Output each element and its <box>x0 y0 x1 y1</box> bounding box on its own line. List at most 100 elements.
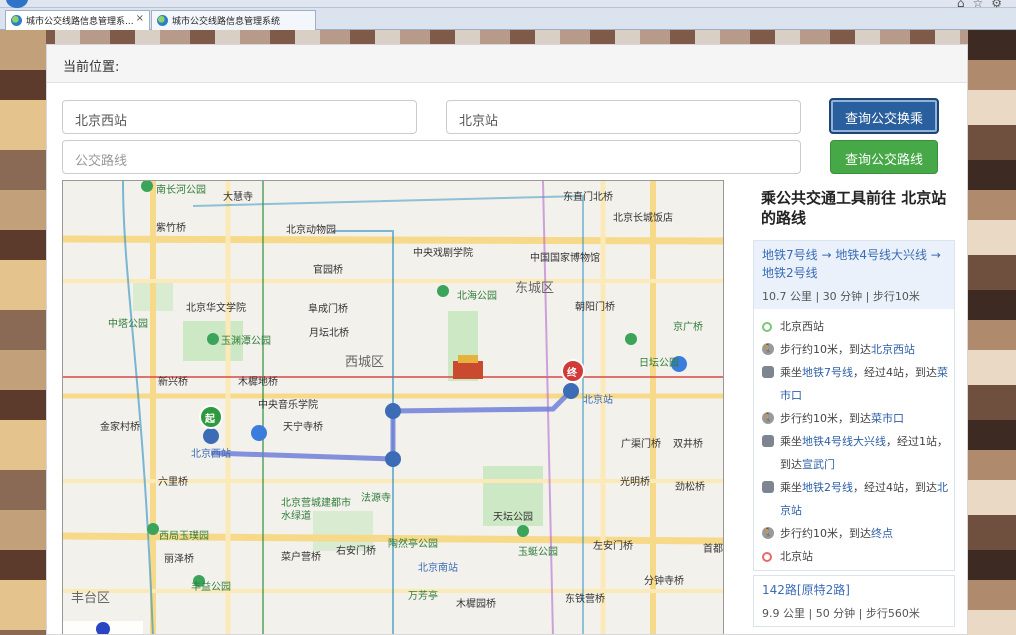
map-view[interactable]: 南长河公园 大慧寺 紫竹桥 北京动物园 东直门北桥 北京长城饭店 中央戏剧学院 … <box>62 180 724 634</box>
map-label: 首都 <box>703 544 723 555</box>
route-plan-card[interactable]: 地铁7号线 → 地铁4号线大兴线 → 地铁2号线 10.7 公里 | 30 分钟… <box>753 240 955 571</box>
subway-station-icon <box>203 428 219 444</box>
walk-icon: 🚶 <box>762 527 774 539</box>
map-label: 东城区 <box>515 281 555 296</box>
from-station-input[interactable]: 北京西站 <box>62 100 417 134</box>
to-station-input[interactable]: 北京站 <box>446 100 801 134</box>
route-search-label: 查询公交路线 <box>844 153 923 168</box>
map-label: 北京华文学院 <box>186 303 246 314</box>
map-label: 北京长城饭店 <box>613 213 673 224</box>
end-dot-icon <box>762 552 772 562</box>
route-step-start: 北京西站 <box>760 315 948 338</box>
map-label: 北海公园 <box>457 291 497 302</box>
route-plan-meta: 10.7 公里 | 30 分钟 | 步行10米 <box>762 290 920 303</box>
transfer-search-label: 查询公交换乘 <box>844 112 923 127</box>
breadcrumb: 当前位置: <box>47 45 967 83</box>
park-pin-icon <box>147 523 159 535</box>
step-text: 步行约10米，到达 <box>780 343 871 356</box>
bus-icon <box>762 435 774 447</box>
map-label: 北京营城建都市水绿道 <box>281 498 351 522</box>
step-text: 乘坐 <box>780 435 802 448</box>
globe-icon <box>157 15 168 26</box>
browser-tab-2[interactable]: 城市公交线路信息管理系统 <box>151 10 316 30</box>
route-input[interactable]: 公交路线 <box>62 140 801 174</box>
route-search-button[interactable]: 查询公交路线 <box>830 140 938 174</box>
to-station-value: 北京站 <box>459 114 499 129</box>
browser-tabbar: 城市公交线路信息管理系... × 城市公交线路信息管理系统 <box>0 8 1016 30</box>
browser-tab-1[interactable]: 城市公交线路信息管理系... × <box>5 10 150 30</box>
walk-icon: 🚶 <box>762 343 774 355</box>
transfer-search-button[interactable]: 查询公交换乘 <box>829 98 939 134</box>
map-label: 木樨园桥 <box>456 599 496 610</box>
step-text: 北京站 <box>780 550 813 563</box>
close-icon[interactable]: × <box>136 13 144 24</box>
breadcrumb-label: 当前位置: <box>63 60 120 75</box>
park-pin-icon <box>437 285 449 297</box>
background-strip-top <box>0 30 1016 44</box>
map-label: 南长河公园 <box>156 185 206 196</box>
map-label: 北京动物园 <box>286 225 336 236</box>
route-steps: 北京西站 🚶 步行约10米，到达北京西站 乘坐地铁7号线，经过4站，到达菜市口 … <box>754 309 954 570</box>
map-label: 紫竹桥 <box>156 223 186 234</box>
park-pin-icon <box>517 525 529 537</box>
route-step-ride: 乘坐地铁7号线，经过4站，到达菜市口 <box>760 361 948 407</box>
map-label: 东直门北桥 <box>563 192 613 203</box>
step-line: 地铁7号线 <box>802 366 853 379</box>
map-label: 双井桥 <box>673 439 703 450</box>
park-pin-icon <box>625 333 637 345</box>
map-label: 木樨地桥 <box>238 377 278 388</box>
map-label: 大慧寺 <box>223 192 253 203</box>
map-label: 丰台区 <box>71 591 111 606</box>
map-label: 中央戏剧学院 <box>413 248 473 259</box>
route-step-ride: 乘坐地铁4号线大兴线，经过1站，到达宣武门 <box>760 430 948 476</box>
map-label: 日坛公园 <box>639 358 679 369</box>
walk-icon: 🚶 <box>762 412 774 424</box>
map-label: 北京南站 <box>418 563 458 574</box>
step-line: 地铁2号线 <box>802 481 853 494</box>
back-button[interactable] <box>6 0 28 8</box>
route-plan-header[interactable]: 142路[原特2路] 9.9 公里 | 50 分钟 | 步行560米 <box>754 576 954 626</box>
map-label: 陶然亭公园 <box>388 539 438 550</box>
map-label: 玉渊潭公园 <box>221 336 271 347</box>
map-label: 天宁寺桥 <box>283 422 323 433</box>
map-label: 月坛北桥 <box>309 328 349 339</box>
route-plan-header[interactable]: 地铁7号线 → 地铁4号线大兴线 → 地铁2号线 10.7 公里 | 30 分钟… <box>754 241 954 309</box>
map-label: 西局玉璞园 <box>159 531 209 542</box>
map-label: 金家村桥 <box>100 422 140 433</box>
map-label: 中国国家博物馆 <box>530 253 600 264</box>
map-label: 分钟寺桥 <box>644 576 684 587</box>
bus-icon <box>762 366 774 378</box>
map-label: 广渠门桥 <box>621 439 661 450</box>
start-marker-label: 起 <box>205 414 215 425</box>
route-plan-lines[interactable]: 142路[原特2路] <box>762 581 946 599</box>
map-label: 丰益公园 <box>191 582 231 593</box>
map-label: 菜户营桥 <box>281 552 321 563</box>
step-text: 步行约10米，到达 <box>780 412 871 425</box>
route-placeholder: 公交路线 <box>75 154 128 169</box>
step-station: 北京西站 <box>871 343 915 356</box>
route-result-panel: 乘公共交通工具前往 北京站 的路线 地铁7号线 → 地铁4号线大兴线 → 地铁2… <box>753 180 955 634</box>
globe-icon <box>11 15 22 26</box>
subway-station-icon <box>385 403 401 419</box>
map-label: 北京站 <box>583 395 613 406</box>
step-text: 北京西站 <box>780 320 824 333</box>
map-canvas <box>63 181 723 634</box>
map-label: 万芳亭 <box>408 591 438 602</box>
route-plan-meta: 9.9 公里 | 50 分钟 | 步行560米 <box>762 607 920 620</box>
step-station: 菜市口 <box>871 412 904 425</box>
map-label: 天坛公园 <box>493 512 533 523</box>
map-label: 玉蜓公园 <box>518 547 558 558</box>
tab-title: 城市公交线路信息管理系统 <box>172 17 281 27</box>
route-plan-lines[interactable]: 地铁7号线 → 地铁4号线大兴线 → 地铁2号线 <box>762 246 946 282</box>
map-label: 京广桥 <box>673 322 703 333</box>
route-step-walk: 🚶 步行约10米，到达北京西站 <box>760 338 948 361</box>
route-plan-card[interactable]: 142路[原特2路] 9.9 公里 | 50 分钟 | 步行560米 <box>753 575 955 627</box>
background-strip-left <box>0 30 46 635</box>
map-label: 左安门桥 <box>593 541 633 552</box>
tab-title: 城市公交线路信息管理系... <box>26 17 134 27</box>
map-label: 六里桥 <box>158 477 188 488</box>
step-line: 地铁4号线大兴线 <box>802 435 886 448</box>
tiananmen-roof-icon <box>458 355 478 363</box>
end-marker-label: 终 <box>567 368 577 379</box>
route-step-end: 北京站 <box>760 545 948 568</box>
